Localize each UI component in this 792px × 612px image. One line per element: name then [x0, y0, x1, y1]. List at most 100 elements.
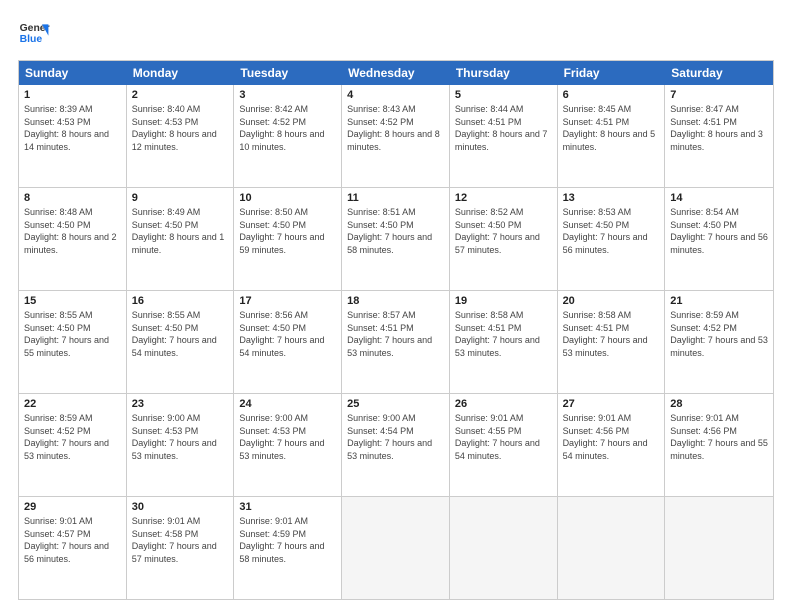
day-info: Sunrise: 8:58 AMSunset: 4:51 PMDaylight:… [563, 309, 660, 359]
day-cell-29: 29Sunrise: 9:01 AMSunset: 4:57 PMDayligh… [19, 497, 127, 599]
day-info: Sunrise: 8:42 AMSunset: 4:52 PMDaylight:… [239, 103, 336, 153]
day-info: Sunrise: 8:40 AMSunset: 4:53 PMDaylight:… [132, 103, 229, 153]
day-cell-3: 3Sunrise: 8:42 AMSunset: 4:52 PMDaylight… [234, 85, 342, 187]
day-cell-23: 23 Sunrise: 9:00 AMSunset: 4:53 PMDayligh… [127, 394, 235, 496]
day-info: Sunrise: 8:52 AMSunset: 4:50 PMDaylight:… [455, 206, 552, 256]
day-number: 28 [670, 398, 768, 410]
day-cell-11: 11 Sunrise: 8:51 AMSunset: 4:50 PMDayligh… [342, 188, 450, 290]
day-number: 24 [239, 398, 336, 410]
day-info: Sunrise: 8:53 AMSunset: 4:50 PMDaylight:… [563, 206, 660, 256]
empty-cell [665, 497, 773, 599]
day-info: Sunrise: 8:51 AMSunset: 4:50 PMDaylight:… [347, 206, 444, 256]
day-number: 2 [132, 89, 229, 101]
day-info: Sunrise: 9:01 AMSunset: 4:56 PMDaylight:… [670, 412, 768, 462]
header-day-thursday: Thursday [450, 61, 558, 85]
day-number: 20 [563, 295, 660, 307]
day-number: 5 [455, 89, 552, 101]
day-cell-27: 27 Sunrise: 9:01 AMSunset: 4:56 PMDayligh… [558, 394, 666, 496]
day-info: Sunrise: 8:47 AMSunset: 4:51 PMDaylight:… [670, 103, 768, 153]
header-day-sunday: Sunday [19, 61, 127, 85]
header-day-friday: Friday [558, 61, 666, 85]
day-cell-14: 14Sunrise: 8:54 AMSunset: 4:50 PMDayligh… [665, 188, 773, 290]
header-day-monday: Monday [127, 61, 235, 85]
calendar: SundayMondayTuesdayWednesdayThursdayFrid… [18, 60, 774, 600]
day-cell-8: 8Sunrise: 8:48 AMSunset: 4:50 PMDaylight… [19, 188, 127, 290]
day-number: 19 [455, 295, 552, 307]
day-cell-1: 1 Sunrise: 8:39 AMSunset: 4:53 PMDaylight… [19, 85, 127, 187]
day-cell-9: 9 Sunrise: 8:49 AMSunset: 4:50 PMDaylight… [127, 188, 235, 290]
day-number: 1 [24, 89, 121, 101]
svg-text:Blue: Blue [20, 34, 43, 45]
day-cell-4: 4 Sunrise: 8:43 AMSunset: 4:52 PMDaylight… [342, 85, 450, 187]
day-number: 23 [132, 398, 229, 410]
logo: General Blue [18, 18, 50, 50]
day-number: 15 [24, 295, 121, 307]
day-number: 29 [24, 501, 121, 513]
day-info: Sunrise: 8:55 AMSunset: 4:50 PMDaylight:… [132, 309, 229, 359]
logo-icon: General Blue [18, 18, 50, 50]
day-number: 22 [24, 398, 121, 410]
day-cell-21: 21 Sunrise: 8:59 AMSunset: 4:52 PMDayligh… [665, 291, 773, 393]
day-cell-17: 17 Sunrise: 8:56 AMSunset: 4:50 PMDayligh… [234, 291, 342, 393]
day-info: Sunrise: 8:59 AMSunset: 4:52 PMDaylight:… [670, 309, 768, 359]
day-info: Sunrise: 9:00 AMSunset: 4:53 PMDaylight:… [239, 412, 336, 462]
day-info: Sunrise: 8:43 AMSunset: 4:52 PMDaylight:… [347, 103, 444, 153]
day-number: 30 [132, 501, 229, 513]
day-number: 21 [670, 295, 768, 307]
day-info: Sunrise: 8:49 AMSunset: 4:50 PMDaylight:… [132, 206, 229, 256]
day-number: 17 [239, 295, 336, 307]
day-info: Sunrise: 8:56 AMSunset: 4:50 PMDaylight:… [239, 309, 336, 359]
day-info: Sunrise: 9:00 AMSunset: 4:53 PMDaylight:… [132, 412, 229, 462]
day-cell-2: 2 Sunrise: 8:40 AMSunset: 4:53 PMDaylight… [127, 85, 235, 187]
calendar-row-1: 8Sunrise: 8:48 AMSunset: 4:50 PMDaylight… [19, 188, 773, 291]
day-cell-19: 19 Sunrise: 8:58 AMSunset: 4:51 PMDayligh… [450, 291, 558, 393]
empty-cell [558, 497, 666, 599]
day-cell-10: 10Sunrise: 8:50 AMSunset: 4:50 PMDayligh… [234, 188, 342, 290]
day-number: 27 [563, 398, 660, 410]
day-number: 12 [455, 192, 552, 204]
day-info: Sunrise: 9:01 AMSunset: 4:58 PMDaylight:… [132, 515, 229, 565]
calendar-row-4: 29Sunrise: 9:01 AMSunset: 4:57 PMDayligh… [19, 497, 773, 599]
day-info: Sunrise: 8:50 AMSunset: 4:50 PMDaylight:… [239, 206, 336, 256]
day-cell-31: 31Sunrise: 9:01 AMSunset: 4:59 PMDayligh… [234, 497, 342, 599]
day-cell-22: 22 Sunrise: 8:59 AMSunset: 4:52 PMDayligh… [19, 394, 127, 496]
day-number: 31 [239, 501, 336, 513]
day-number: 26 [455, 398, 552, 410]
day-cell-20: 20 Sunrise: 8:58 AMSunset: 4:51 PMDayligh… [558, 291, 666, 393]
day-info: Sunrise: 8:58 AMSunset: 4:51 PMDaylight:… [455, 309, 552, 359]
day-number: 4 [347, 89, 444, 101]
day-cell-6: 6 Sunrise: 8:45 AMSunset: 4:51 PMDaylight… [558, 85, 666, 187]
day-info: Sunrise: 8:54 AMSunset: 4:50 PMDaylight:… [670, 206, 768, 256]
day-cell-18: 18Sunrise: 8:57 AMSunset: 4:51 PMDayligh… [342, 291, 450, 393]
day-number: 13 [563, 192, 660, 204]
day-info: Sunrise: 9:01 AMSunset: 4:55 PMDaylight:… [455, 412, 552, 462]
day-info: Sunrise: 8:59 AMSunset: 4:52 PMDaylight:… [24, 412, 121, 462]
day-cell-7: 7 Sunrise: 8:47 AMSunset: 4:51 PMDaylight… [665, 85, 773, 187]
day-cell-16: 16 Sunrise: 8:55 AMSunset: 4:50 PMDayligh… [127, 291, 235, 393]
calendar-row-2: 15 Sunrise: 8:55 AMSunset: 4:50 PMDayligh… [19, 291, 773, 394]
calendar-body: 1 Sunrise: 8:39 AMSunset: 4:53 PMDaylight… [19, 85, 773, 599]
day-cell-25: 25Sunrise: 9:00 AMSunset: 4:54 PMDayligh… [342, 394, 450, 496]
day-info: Sunrise: 8:45 AMSunset: 4:51 PMDaylight:… [563, 103, 660, 153]
day-number: 7 [670, 89, 768, 101]
day-cell-5: 5 Sunrise: 8:44 AMSunset: 4:51 PMDaylight… [450, 85, 558, 187]
day-cell-30: 30 Sunrise: 9:01 AMSunset: 4:58 PMDayligh… [127, 497, 235, 599]
day-number: 6 [563, 89, 660, 101]
day-info: Sunrise: 8:39 AMSunset: 4:53 PMDaylight:… [24, 103, 121, 153]
page: General Blue SundayMondayTuesdayWednesda… [0, 0, 792, 612]
day-number: 16 [132, 295, 229, 307]
day-number: 18 [347, 295, 444, 307]
header-day-wednesday: Wednesday [342, 61, 450, 85]
day-info: Sunrise: 9:00 AMSunset: 4:54 PMDaylight:… [347, 412, 444, 462]
calendar-header: SundayMondayTuesdayWednesdayThursdayFrid… [19, 61, 773, 85]
header: General Blue [18, 18, 774, 50]
day-number: 11 [347, 192, 444, 204]
empty-cell [450, 497, 558, 599]
header-day-tuesday: Tuesday [234, 61, 342, 85]
empty-cell [342, 497, 450, 599]
day-info: Sunrise: 9:01 AMSunset: 4:56 PMDaylight:… [563, 412, 660, 462]
header-day-saturday: Saturday [665, 61, 773, 85]
day-cell-24: 24 Sunrise: 9:00 AMSunset: 4:53 PMDayligh… [234, 394, 342, 496]
day-number: 9 [132, 192, 229, 204]
day-info: Sunrise: 8:44 AMSunset: 4:51 PMDaylight:… [455, 103, 552, 153]
